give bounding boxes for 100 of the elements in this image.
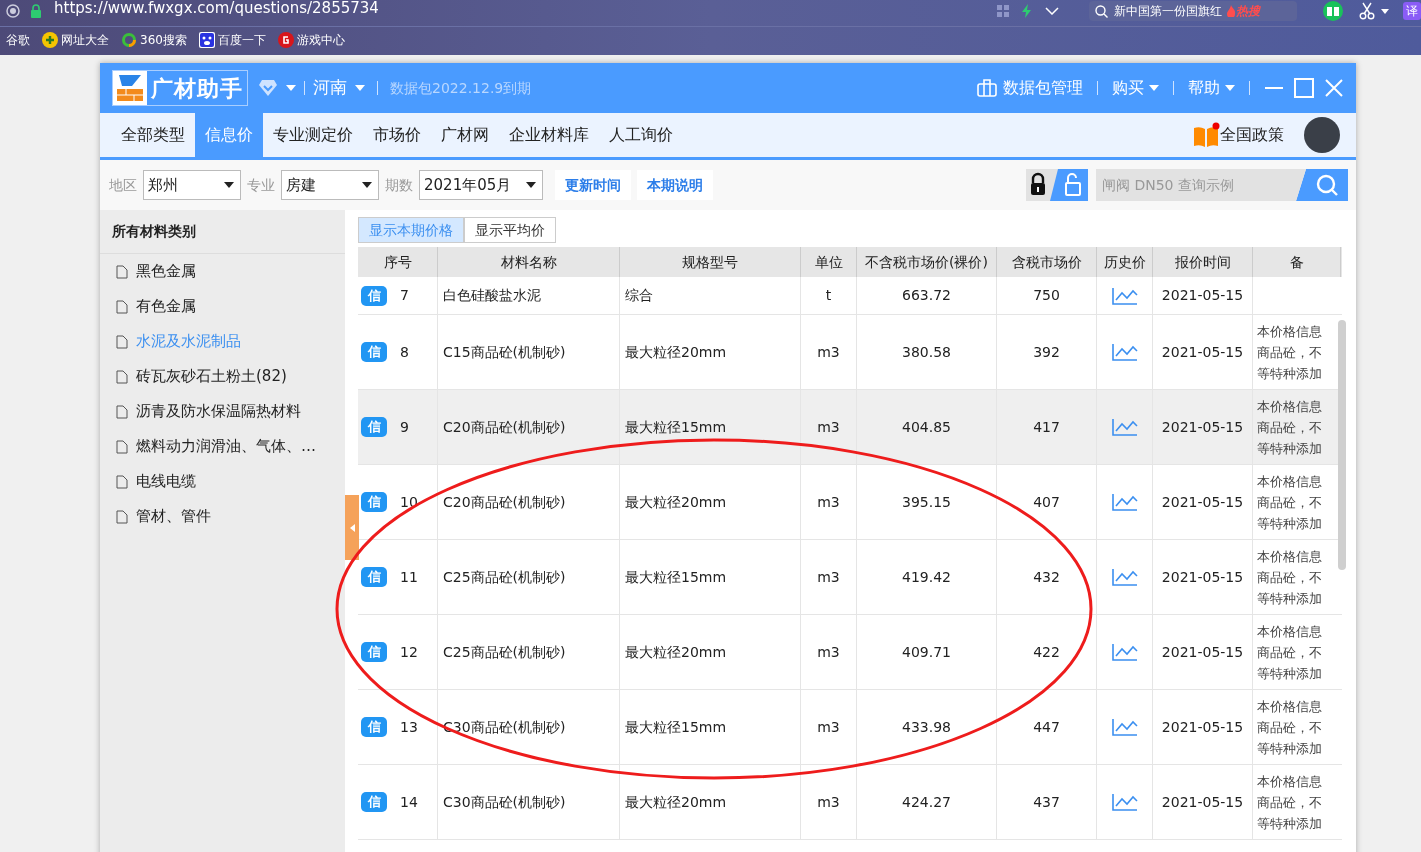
table-cell-text: 2021-05-15 <box>1161 717 1244 737</box>
table-cell-text: 2021-05-15 <box>1161 286 1244 305</box>
table-cell-text: 最大粒径15mm <box>625 567 727 587</box>
category-item[interactable]: 砖瓦灰砂石土粉土(82) <box>100 359 345 394</box>
line-chart-icon[interactable] <box>1111 493 1138 511</box>
table-row[interactable]: 信 14 C30商品砼(机制砂) 最大粒径20mm m3 424.27 437 2021-05-15 本价格信息 商品砼，不 等特种添加 <box>358 765 1342 840</box>
table-cell-text: 417 <box>1033 417 1060 437</box>
bookmark-link[interactable]: 网址大全 <box>42 30 109 49</box>
table-cell-text: 13 <box>400 717 418 737</box>
remark-text: 等特种添加 <box>1257 439 1323 458</box>
browser-search-field[interactable]: 新中国第一份国旗红 热搜 <box>1089 1 1297 21</box>
info-badge: 信 <box>361 792 387 812</box>
table-cell-text: 432 <box>1033 567 1060 587</box>
flame-icon <box>1226 5 1236 17</box>
category-item[interactable]: 黑色金属 <box>100 254 345 289</box>
filter-dropdown[interactable]: 2021年05月 <box>419 170 543 200</box>
line-chart-icon[interactable] <box>1111 286 1138 305</box>
price-tab[interactable]: 显示平均价 <box>464 217 556 243</box>
policy-link[interactable]: 全国政策 <box>1220 123 1284 147</box>
caret-icon <box>349 523 355 532</box>
user-avatar[interactable] <box>1304 117 1340 153</box>
table-row[interactable]: 信 7 白色硅酸盐水泥 综合 t 663.72 750 2021-05-15 <box>358 277 1342 315</box>
line-chart-icon[interactable] <box>1111 343 1138 361</box>
nav-tab[interactable]: 全部类型 <box>111 113 195 157</box>
remark-text: 等特种添加 <box>1257 589 1323 608</box>
table-cell-text: 最大粒径20mm <box>625 642 727 662</box>
hot-search-label: 热搜 <box>1236 3 1260 20</box>
qr-icon[interactable] <box>997 5 1009 17</box>
info-badge: 信 <box>361 417 387 437</box>
file-icon <box>116 334 128 349</box>
table-cell-text: 9 <box>400 417 409 437</box>
remark-text: 本价格信息 <box>1257 697 1323 716</box>
caret-icon <box>1149 85 1159 91</box>
category-item[interactable]: 有色金属 <box>100 289 345 324</box>
line-chart-icon[interactable] <box>1111 643 1138 661</box>
bookmark-link[interactable]: 百度一下 <box>198 30 266 49</box>
table-row[interactable]: 信 12 C25商品砼(机制砂) 最大粒径20mm m3 409.71 422 2021-05-15 本价格信息 商品砼，不 等特种添加 <box>358 615 1342 690</box>
remark-text: 商品砼，不 <box>1257 643 1323 662</box>
search-icon[interactable] <box>1296 169 1348 201</box>
filter-label: 期数 <box>385 175 413 195</box>
caret-icon <box>362 182 372 188</box>
remark-text: 商品砼，不 <box>1257 793 1323 812</box>
sidebar-title: 所有材料类别 <box>100 210 345 254</box>
table-cell-text: 7 <box>400 286 409 305</box>
remark-text: 本价格信息 <box>1257 397 1323 416</box>
filter-dropdown[interactable]: 郑州 <box>143 170 241 200</box>
bookmark-link[interactable]: 360搜索 <box>121 30 187 49</box>
remark-text: 商品砼，不 <box>1257 568 1323 587</box>
table-cell-text: m3 <box>817 642 840 662</box>
filter-button[interactable]: 本期说明 <box>637 170 713 200</box>
remark-text: 本价格信息 <box>1257 322 1323 341</box>
bookmark-link[interactable]: 谷歌 <box>6 30 30 49</box>
nav-tab[interactable]: 市场价 <box>363 113 431 157</box>
category-item[interactable]: 管材、管件 <box>100 499 345 534</box>
caret-icon <box>224 182 234 188</box>
nav-tab[interactable]: 企业材料库 <box>499 113 599 157</box>
lock-icon <box>30 4 42 18</box>
table-cell-text: 447 <box>1033 717 1060 737</box>
table-cell-text: 最大粒径20mm <box>625 492 727 512</box>
book-icon[interactable] <box>1323 1 1343 21</box>
info-badge: 信 <box>361 567 387 587</box>
bookmark-link[interactable]: 游戏中心 <box>277 30 345 49</box>
category-item[interactable]: 电线电缆 <box>100 464 345 499</box>
category-item[interactable]: 沥青及防水保温隔热材料 <box>100 394 345 429</box>
line-chart-icon[interactable] <box>1111 418 1138 436</box>
category-item[interactable]: 燃料动力润滑油、气体、… <box>100 429 345 464</box>
line-chart-icon[interactable] <box>1111 568 1138 586</box>
collapse-handle[interactable] <box>345 495 359 560</box>
table-cell-text: m3 <box>817 417 840 437</box>
site-icon <box>6 4 20 18</box>
search-icon <box>1095 4 1108 18</box>
book-icon[interactable] <box>1192 122 1220 148</box>
table-cell-text: 422 <box>1033 642 1060 662</box>
translate-button[interactable]: 译 <box>1403 2 1421 20</box>
line-chart-icon[interactable] <box>1111 718 1138 736</box>
table-cell-text: C20商品砼(机制砂) <box>443 417 566 437</box>
close-icon[interactable] <box>1324 78 1344 98</box>
caret-icon[interactable] <box>1381 8 1389 14</box>
table-cell-text: 419.42 <box>902 567 951 587</box>
diamond-icon[interactable] <box>258 78 278 98</box>
nav-tab[interactable]: 专业测定价 <box>263 113 363 157</box>
info-badge: 信 <box>361 285 387 306</box>
table-row[interactable]: 信 11 C25商品砼(机制砂) 最大粒径15mm m3 419.42 432 2021-05-15 本价格信息 商品砼，不 等特种添加 <box>358 540 1342 615</box>
filter-button[interactable]: 更新时间 <box>555 170 631 200</box>
chevron-down-icon[interactable] <box>1045 7 1059 15</box>
table-cell-text: 最大粒径15mm <box>625 717 727 737</box>
nav-tab[interactable]: 广材网 <box>431 113 499 157</box>
remark-text: 商品砼，不 <box>1257 718 1323 737</box>
url-text[interactable]: https://www.fwxgx.com/questions/2855734 <box>54 0 379 20</box>
table-cell-text: 407 <box>1033 492 1060 512</box>
scissors-icon[interactable] <box>1359 2 1377 20</box>
lightning-icon[interactable] <box>1021 4 1033 18</box>
table-cell-text: C15商品砼(机制砂) <box>443 342 566 362</box>
nav-tab[interactable]: 人工询价 <box>599 113 683 157</box>
line-chart-icon[interactable] <box>1111 793 1138 811</box>
table-cell-text: 12 <box>400 642 418 662</box>
remark-text: 商品砼，不 <box>1257 418 1323 437</box>
filter-dropdown[interactable]: 房建 <box>281 170 379 200</box>
table-cell-text: C25商品砼(机制砂) <box>443 567 566 587</box>
maximize-icon[interactable] <box>1294 78 1314 98</box>
